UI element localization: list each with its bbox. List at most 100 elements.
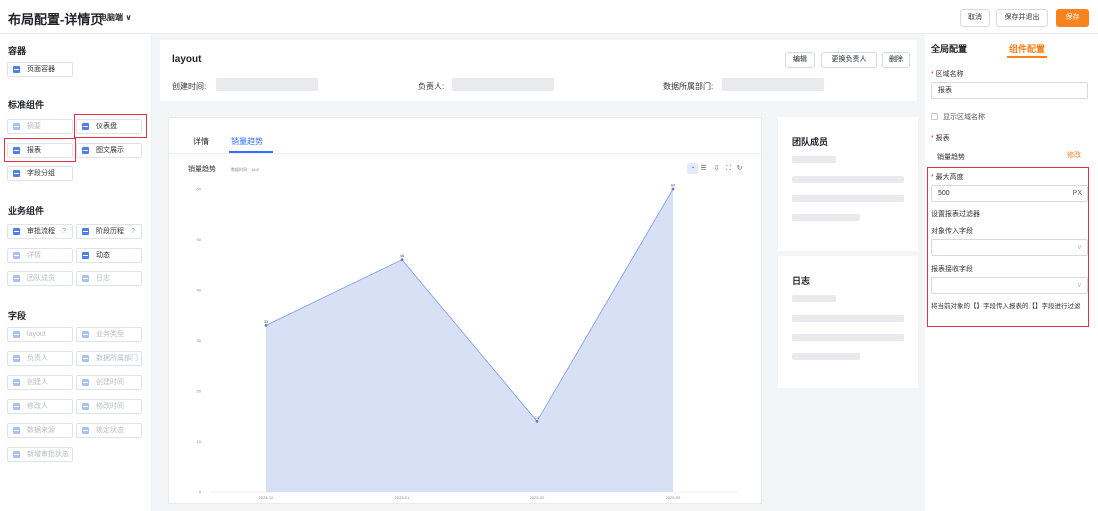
chevron-down-icon: ∨ [1076,244,1082,251]
data-label: 46 [400,253,405,258]
x-tick-label: 2025-01 [395,495,410,500]
placeholder-line [792,353,860,360]
chip-summary: 摘要 [7,119,73,134]
section-container: 容器 [8,46,27,56]
created-time-label: 创建时间: [172,82,207,91]
component-icon [82,147,89,154]
data-label: 14 [535,415,540,420]
x-tick-label: 2025-03 [666,495,681,500]
device-selector[interactable]: 电脑端 ∨ [99,12,132,23]
y-tick-label: 40 [197,288,202,293]
top-bar: 布局配置-详情页 电脑端 ∨ 取消 保存并退出 保存 [0,0,1098,34]
chip-field-owner: 负责人 [7,351,73,366]
chip-field-lock-status: 锁定状态 [76,423,142,438]
y-tick-label: 30 [197,338,202,343]
help-icon[interactable]: ? [131,225,135,238]
delete-button[interactable]: 删除 [882,52,910,68]
placeholder-line [792,214,860,221]
area-name-label: * 区域名称 [931,71,964,78]
data-point [264,323,268,327]
x-tick-label: 2025-02 [530,495,545,500]
component-icon [82,331,89,338]
max-height-input[interactable]: 500 PX [931,185,1088,202]
chip-page-container[interactable]: 页面容器 [7,62,73,77]
log-card[interactable]: 日志 [778,256,918,388]
data-label: 33 [264,319,269,324]
component-icon [82,403,89,410]
chip-detail: 详情 [7,248,73,263]
section-fields: 字段 [8,311,27,321]
chip-field-dept: 数据所属部门 [76,351,142,366]
tab-global-config[interactable]: 全局配置 [931,42,967,55]
chip-field-source: 数据来源 [7,423,73,438]
highlight-report [4,138,76,162]
y-tick-label: 50 [197,237,202,242]
filter-label: 设置报表过滤器 [931,211,980,218]
tabs-card[interactable]: 详情 销量趋势 销量趋势 数据时间：16:8 ◔ ☰ ⇩ ⛶ ↻ 0 10 20 30… [168,117,762,504]
chip-field-created-time: 创建时间 [76,375,142,390]
placeholder-line [792,195,904,202]
section-standard: 标准组件 [8,100,45,110]
tab-active-indicator [1007,56,1047,58]
chip-field-creator: 创建人 [7,375,73,390]
component-icon [13,170,20,177]
chip-approval-flow[interactable]: 审批流程? [7,224,73,239]
component-icon [13,379,20,386]
report-label: * 报表 [931,135,950,142]
team-members-title: 团队成员 [792,137,829,147]
component-icon [13,123,20,130]
component-icon [13,252,20,259]
show-area-name-label: 显示区域名称 [943,114,985,121]
report-value: 销量趋势 [937,154,965,161]
chip-image-text[interactable]: 图文展示 [76,143,142,158]
object-field-select[interactable]: ∨ [931,239,1088,256]
modify-link[interactable]: 修改 [1067,150,1081,160]
component-icon [13,451,20,458]
component-icon [13,228,20,235]
placeholder-line [792,315,904,322]
tab-component-config[interactable]: 组件配置 [1009,42,1045,55]
layout-title: layout [172,54,202,65]
layout-header[interactable]: layout 编辑 更换负责人 删除 创建时间: 负责人: 数据所属部门: [160,40,917,101]
highlight-dashboard [74,114,147,138]
chip-stage-history[interactable]: 阶段历程? [76,224,142,239]
edit-button[interactable]: 编辑 [785,52,815,68]
change-owner-button[interactable]: 更换负责人 [821,52,877,68]
component-icon [82,275,89,282]
save-exit-button[interactable]: 保存并退出 [996,9,1048,27]
y-tick-label: 60 [197,187,202,192]
component-icon [13,403,20,410]
data-point [535,419,539,423]
created-time-placeholder [216,78,318,91]
sales-trend-chart: 0 10 20 30 40 50 60 33 46 14 60 2024-12 2025-01 2025-… [197,183,739,500]
dept-label: 数据所属部门: [663,82,714,91]
dept-placeholder [722,78,824,91]
team-members-card[interactable]: 团队成员 [778,117,918,251]
report-field-select[interactable]: ∨ [931,277,1088,294]
cancel-button[interactable]: 取消 [960,9,990,27]
config-panel: 全局配置 组件配置 * 区域名称 报表 显示区域名称 * 报表 销量趋势 修改 … [925,34,1098,511]
chip-field-modified-time: 修改时间 [76,399,142,414]
placeholder-line [792,334,904,341]
x-tick-label: 2024-12 [259,495,274,500]
chip-log: 日志 [76,271,142,286]
chip-activity[interactable]: 动态 [76,248,142,263]
save-button[interactable]: 保存 [1056,9,1089,27]
component-icon [82,355,89,362]
unit-suffix: PX [1072,190,1082,197]
component-icon [13,331,20,338]
object-field-label: 对象传入字段 [931,228,973,235]
page-title: 布局配置-详情页 [8,12,104,27]
y-tick-label: 20 [197,389,202,394]
component-icon [82,228,89,235]
component-icon [82,252,89,259]
chip-field-group[interactable]: 字段分组 [7,166,73,181]
area-name-input[interactable]: 报表 [931,82,1088,99]
help-icon[interactable]: ? [62,225,66,238]
show-area-name-checkbox[interactable] [931,113,938,120]
chevron-down-icon: ∨ [1076,282,1082,289]
data-point [400,258,404,262]
component-panel: 容器 页面容器 标准组件 摘要 仪表盘 报表 图文展示 字段分组 业务组件 审批… [0,34,152,511]
component-icon [82,379,89,386]
chip-team-members: 团队成员 [7,271,73,286]
